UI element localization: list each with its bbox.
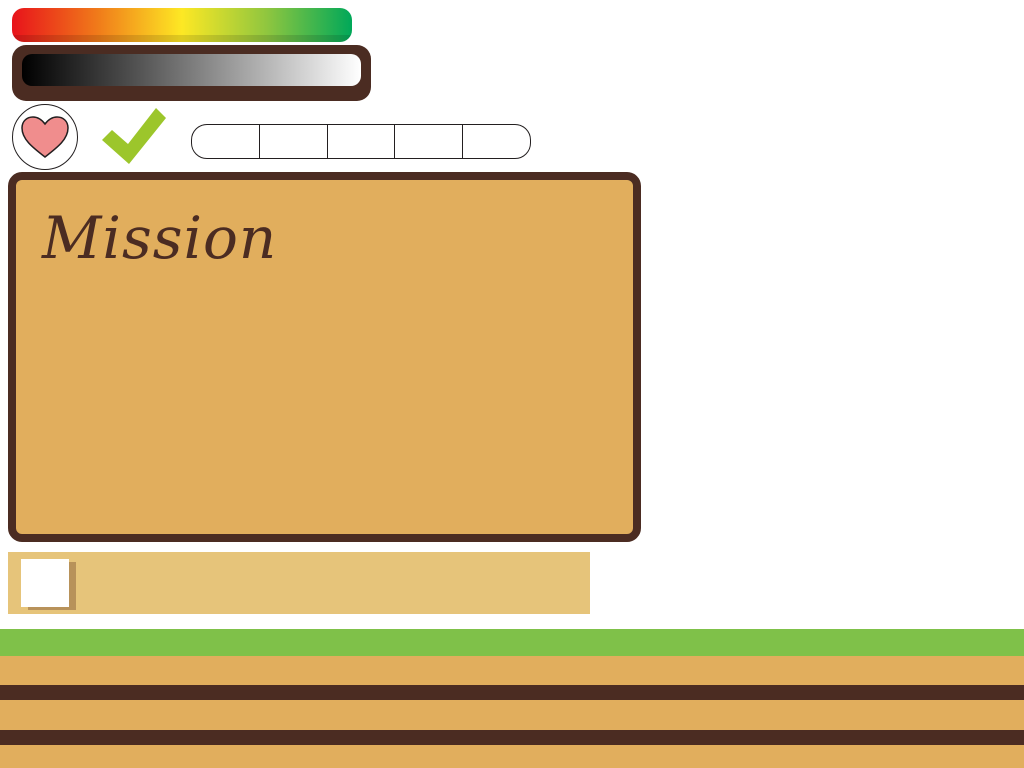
- progress-segment: [463, 125, 530, 158]
- ground-dirt-stripe: [0, 730, 1024, 745]
- progress-segment: [328, 125, 396, 158]
- checkbox-strip: [8, 552, 590, 614]
- heart-button[interactable]: [12, 104, 78, 170]
- checkbox[interactable]: [21, 559, 69, 607]
- ground-grass-stripe: [0, 629, 1024, 656]
- health-gradient-bar: [12, 8, 352, 42]
- progress-segment: [395, 125, 464, 158]
- heart-icon: [21, 116, 69, 158]
- grayscale-bar: [22, 54, 361, 90]
- ground-sand-stripe: [0, 700, 1024, 730]
- segmented-progress-bar: [191, 124, 531, 159]
- progress-segment: [260, 125, 328, 158]
- progress-segment: [192, 125, 260, 158]
- ground-dirt-stripe: [0, 685, 1024, 700]
- ground-sand-stripe: [0, 656, 1024, 685]
- mission-panel: Mission: [8, 172, 641, 542]
- grayscale-bar-frame: [12, 45, 371, 101]
- checkmark-icon[interactable]: [100, 104, 168, 170]
- mission-title: Mission: [42, 204, 278, 272]
- ground-sand-stripe: [0, 745, 1024, 768]
